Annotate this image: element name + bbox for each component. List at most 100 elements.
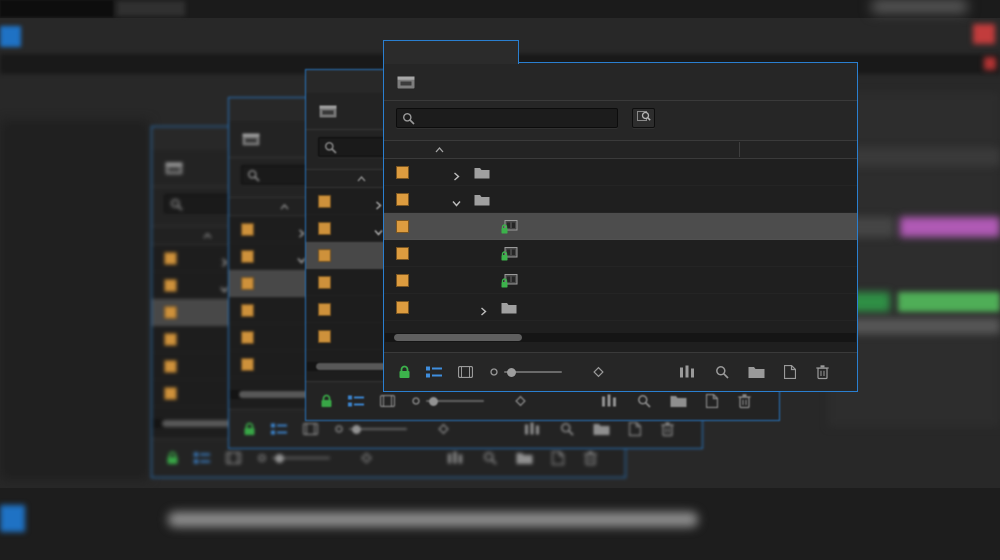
column-header-name[interactable]: [197, 227, 212, 244]
freeform-view-button[interactable]: [514, 395, 527, 408]
automate-to-sequence-button[interactable]: [525, 422, 539, 436]
panel-body: [383, 62, 858, 392]
icon-view-button[interactable]: [303, 423, 318, 435]
list-view-button[interactable]: [348, 395, 364, 408]
zoom-slider[interactable]: [426, 396, 484, 406]
search-input[interactable]: [419, 109, 617, 129]
column-header-name[interactable]: [274, 198, 289, 215]
label-color-chip[interactable]: [396, 166, 409, 179]
icon-view-button[interactable]: [458, 366, 473, 378]
label-color-chip[interactable]: [396, 247, 409, 260]
new-bin-button[interactable]: [516, 452, 533, 465]
icon-view-button[interactable]: [226, 452, 241, 464]
icon-view-button[interactable]: [380, 395, 395, 407]
new-item-button[interactable]: [784, 365, 796, 379]
label-color-chip[interactable]: [318, 330, 331, 343]
new-item-button[interactable]: [552, 451, 564, 465]
label-color-chip[interactable]: [164, 387, 177, 400]
chevron-right-icon[interactable]: [479, 303, 488, 321]
label-color-chip[interactable]: [318, 276, 331, 289]
list-view-button[interactable]: [426, 366, 442, 379]
delete-button[interactable]: [816, 365, 829, 380]
search-box[interactable]: [396, 108, 618, 130]
delete-button[interactable]: [738, 394, 751, 409]
label-color-chip[interactable]: [164, 306, 177, 319]
label-color-chip[interactable]: [164, 279, 177, 292]
find-toolbar-button[interactable]: [483, 451, 497, 465]
chevron-right-icon[interactable]: [452, 168, 461, 186]
zoom-slider-thumb[interactable]: [275, 453, 284, 463]
project-icon: [397, 74, 417, 94]
new-bin-button[interactable]: [593, 423, 610, 436]
delete-button[interactable]: [661, 422, 674, 437]
find-button[interactable]: [632, 108, 655, 128]
list-view-button[interactable]: [194, 452, 210, 465]
column-header-frame-rate[interactable]: [739, 142, 748, 157]
label-color-chip[interactable]: [241, 223, 254, 236]
label-color-chip[interactable]: [164, 360, 177, 373]
label-color-chip[interactable]: [241, 250, 254, 263]
label-color-chip[interactable]: [318, 195, 331, 208]
zoom-slider[interactable]: [272, 453, 330, 463]
sort-ascending-icon: [280, 201, 289, 213]
project-lock-button[interactable]: [166, 451, 179, 465]
zoom-slider-thumb[interactable]: [429, 396, 438, 406]
label-color-chip[interactable]: [318, 249, 331, 262]
sequence-locked-icon: [501, 274, 518, 293]
label-color-chip[interactable]: [318, 222, 331, 235]
scrollbar-thumb[interactable]: [394, 334, 522, 341]
new-bin-button[interactable]: [748, 366, 765, 379]
label-color-chip[interactable]: [396, 301, 409, 314]
project-lock-button[interactable]: [320, 394, 333, 408]
find-toolbar-button[interactable]: [715, 365, 729, 379]
table-row[interactable]: [384, 240, 857, 267]
label-color-chip[interactable]: [241, 331, 254, 344]
freeform-view-button[interactable]: [437, 423, 450, 436]
column-header-name[interactable]: [429, 141, 444, 158]
table-row[interactable]: [384, 186, 857, 213]
automate-to-sequence-button[interactable]: [680, 365, 694, 379]
find-toolbar-button[interactable]: [637, 394, 651, 408]
label-color-chip[interactable]: [396, 193, 409, 206]
table-row[interactable]: [384, 267, 857, 294]
table-row[interactable]: [384, 294, 857, 321]
label-color-chip[interactable]: [241, 277, 254, 290]
table-row[interactable]: [384, 159, 857, 186]
label-color-chip[interactable]: [396, 274, 409, 287]
table-row[interactable]: [384, 213, 857, 240]
label-color-chip[interactable]: [241, 358, 254, 371]
project-lock-button[interactable]: [243, 422, 256, 436]
new-item-button[interactable]: [706, 394, 718, 408]
project-lock-button[interactable]: [398, 365, 411, 379]
automate-to-sequence-button[interactable]: [602, 394, 616, 408]
delete-button[interactable]: [584, 451, 597, 466]
project-icon: [242, 131, 262, 151]
new-bin-button[interactable]: [670, 395, 687, 408]
new-item-button[interactable]: [629, 422, 641, 436]
automate-to-sequence-button[interactable]: [448, 451, 462, 465]
folder-icon: [474, 193, 490, 211]
chevron-down-icon[interactable]: [452, 195, 461, 213]
chevron-right-icon[interactable]: [374, 197, 383, 215]
label-color-chip[interactable]: [318, 303, 331, 316]
column-header-name[interactable]: [351, 170, 366, 187]
label-color-chip[interactable]: [164, 333, 177, 346]
chevron-down-icon[interactable]: [374, 224, 383, 242]
label-color-chip[interactable]: [241, 304, 254, 317]
label-color-chip[interactable]: [396, 220, 409, 233]
project-file-row: [384, 63, 857, 101]
search-icon: [402, 112, 415, 130]
zoom-slider[interactable]: [504, 367, 562, 377]
project-panel: [383, 40, 858, 392]
panel-tab[interactable]: [383, 40, 519, 64]
zoom-slider[interactable]: [349, 424, 407, 434]
zoom-slider-thumb[interactable]: [507, 367, 516, 377]
list-view-button[interactable]: [271, 423, 287, 436]
zoom-slider-thumb[interactable]: [352, 424, 361, 434]
label-color-chip[interactable]: [164, 252, 177, 265]
freeform-view-button[interactable]: [360, 452, 373, 465]
zoom-out-icon: [258, 454, 266, 462]
freeform-view-button[interactable]: [592, 366, 605, 379]
find-toolbar-button[interactable]: [560, 422, 574, 436]
horizontal-scrollbar[interactable]: [385, 333, 856, 342]
